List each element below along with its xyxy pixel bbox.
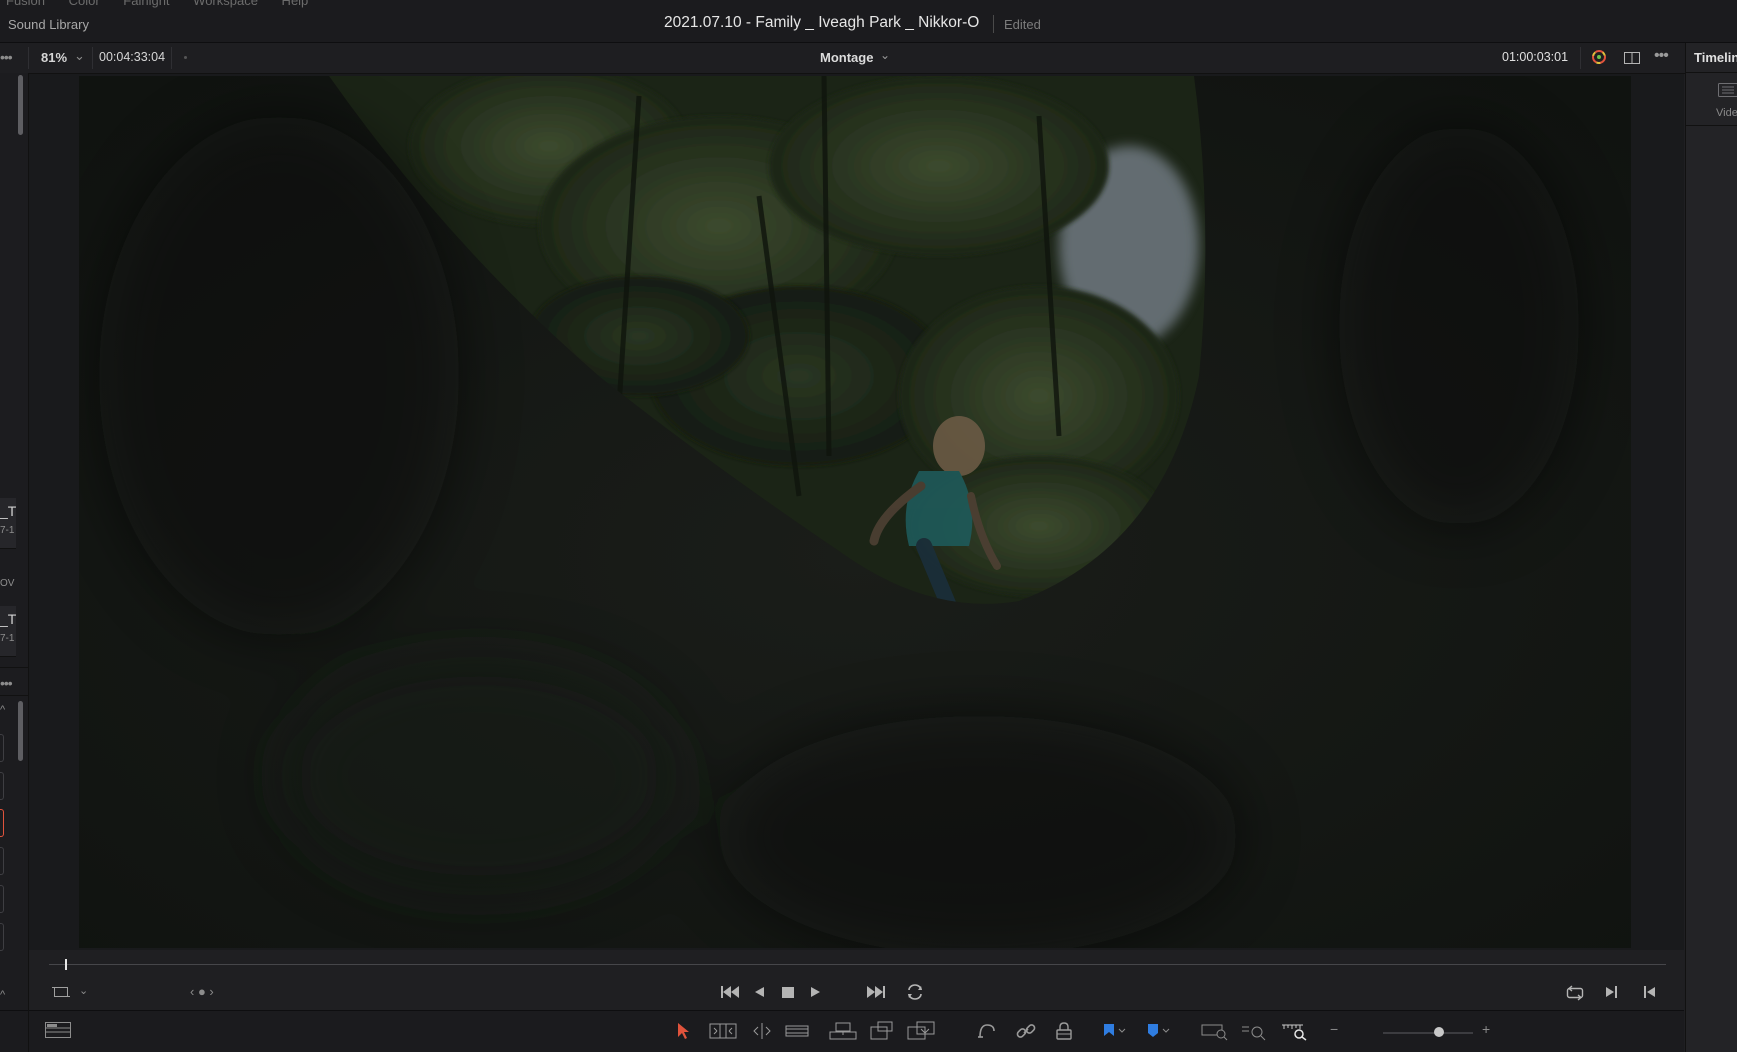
- edit-toolbar: − +: [29, 1010, 1684, 1052]
- zoom-level[interactable]: 81%: [41, 50, 67, 65]
- overwrite-clip-icon[interactable]: [870, 1021, 894, 1041]
- skip-to-end-icon[interactable]: [866, 984, 886, 1002]
- video-tab-label[interactable]: Vide: [1716, 107, 1737, 119]
- divider: [0, 695, 28, 696]
- menu-bar-fragment[interactable]: Fusion Color Fairlight Workspace Help: [6, 0, 308, 8]
- chevron-down-icon[interactable]: ⌄: [74, 48, 85, 64]
- match-frame-icon[interactable]: [1565, 985, 1585, 1006]
- more-options-icon[interactable]: •••: [1654, 47, 1669, 65]
- mark-out-icon[interactable]: [1642, 984, 1656, 1005]
- list-item[interactable]: _T 7-1: [0, 498, 16, 549]
- color-wheel-icon[interactable]: [1591, 49, 1607, 65]
- clip-title: _T: [0, 611, 17, 627]
- skip-to-start-icon[interactable]: [720, 984, 740, 1002]
- play-reverse-icon[interactable]: [753, 984, 765, 1002]
- track-control[interactable]: [0, 923, 4, 951]
- selection-arrow-icon[interactable]: [676, 1021, 690, 1041]
- clip-format-label: OV: [0, 578, 15, 589]
- track-control[interactable]: [0, 847, 4, 875]
- dynamic-trim-icon[interactable]: [749, 1021, 775, 1041]
- video-frame[interactable]: [79, 76, 1631, 948]
- left-panel: _T 7-1 OV _T 7-1 ••• ^ ^: [0, 73, 29, 1052]
- divider: [0, 667, 28, 668]
- zoom-slider-handle[interactable]: [1434, 1027, 1444, 1037]
- zoom-detail-icon[interactable]: [1241, 1021, 1269, 1041]
- app-window: Fusion Color Fairlight Workspace Help So…: [0, 0, 1737, 1052]
- video-image: [79, 76, 1631, 948]
- divider: [92, 47, 93, 69]
- inspector-panel: Timelin Vide: [1685, 43, 1737, 1052]
- list-item[interactable]: _T 7-1: [0, 606, 16, 657]
- playhead[interactable]: [65, 959, 67, 970]
- insert-clip-icon[interactable]: [829, 1021, 857, 1041]
- divider: [1686, 125, 1737, 126]
- chevron-down-icon[interactable]: ⌄: [79, 984, 88, 997]
- record-timecode[interactable]: 01:00:03:01: [1502, 50, 1568, 64]
- track-control[interactable]: [0, 734, 4, 762]
- viewer-mode-icon[interactable]: [52, 985, 70, 999]
- position-lock-icon[interactable]: [1054, 1021, 1074, 1041]
- linked-selection-icon[interactable]: [1015, 1021, 1037, 1041]
- title-divider: [993, 15, 994, 33]
- tab-timeline[interactable]: Timelin: [1694, 50, 1737, 65]
- zoom-full-icon[interactable]: [1201, 1021, 1229, 1041]
- scrollbar[interactable]: [18, 701, 23, 761]
- chevron-down-icon[interactable]: ⌄: [880, 48, 890, 62]
- bottom-left-corner: [0, 1010, 28, 1052]
- clip-subtitle: 7-1: [0, 633, 15, 644]
- video-track-icon[interactable]: [1718, 83, 1737, 97]
- zoom-custom-icon[interactable]: [1281, 1021, 1309, 1041]
- clip-title: _T: [0, 503, 17, 519]
- jog-control[interactable]: ‹ ● ›: [190, 984, 214, 999]
- edited-status: Edited: [1004, 17, 1041, 32]
- snapping-icon[interactable]: [976, 1021, 998, 1041]
- divider: [171, 47, 172, 69]
- loop-icon[interactable]: [905, 984, 925, 1002]
- zoom-in-icon[interactable]: +: [1482, 1021, 1490, 1037]
- replace-clip-icon[interactable]: [907, 1021, 935, 1041]
- viewer-header: ••• 81% ⌄ 00:04:33:04 Montage ⌄ 01:00:03…: [0, 43, 1685, 74]
- play-icon[interactable]: [810, 984, 822, 1002]
- title-bar: Fusion Color Fairlight Workspace Help So…: [0, 0, 1737, 43]
- flag-icon[interactable]: [1102, 1021, 1130, 1041]
- scrollbar[interactable]: [18, 75, 23, 135]
- chevron-up-icon[interactable]: ^: [0, 704, 5, 716]
- sound-library-tab[interactable]: Sound Library: [8, 17, 89, 32]
- viewer[interactable]: [29, 74, 1684, 950]
- project-title: 2021.07.10 - Family _ Iveagh Park _ Nikk…: [664, 14, 980, 31]
- more-options-icon[interactable]: •••: [0, 49, 13, 65]
- divider: [1686, 72, 1737, 73]
- trim-edit-icon[interactable]: [709, 1021, 737, 1041]
- track-control[interactable]: [0, 772, 4, 800]
- divider: [28, 47, 29, 69]
- source-timecode[interactable]: 00:04:33:04: [99, 50, 165, 64]
- scrubber-bar[interactable]: [49, 964, 1666, 965]
- track-control-active[interactable]: [0, 809, 4, 837]
- clip-subtitle: 7-1: [0, 525, 15, 536]
- indicator-dot: [184, 56, 187, 59]
- timeline-view-options-icon[interactable]: [45, 1022, 71, 1042]
- dual-viewer-icon[interactable]: [1624, 51, 1640, 64]
- stop-icon[interactable]: [781, 984, 795, 1002]
- mark-in-icon[interactable]: [1605, 984, 1619, 1005]
- divider: [1580, 47, 1581, 69]
- blade-icon[interactable]: [785, 1021, 809, 1041]
- chevron-up-icon[interactable]: ^: [0, 989, 5, 1001]
- track-control[interactable]: [0, 885, 4, 913]
- timeline-selector[interactable]: Montage: [820, 50, 873, 65]
- marker-icon[interactable]: [1146, 1021, 1174, 1041]
- zoom-out-icon[interactable]: −: [1330, 1021, 1338, 1037]
- more-options-icon[interactable]: •••: [0, 675, 13, 691]
- zoom-slider[interactable]: [1383, 1032, 1473, 1034]
